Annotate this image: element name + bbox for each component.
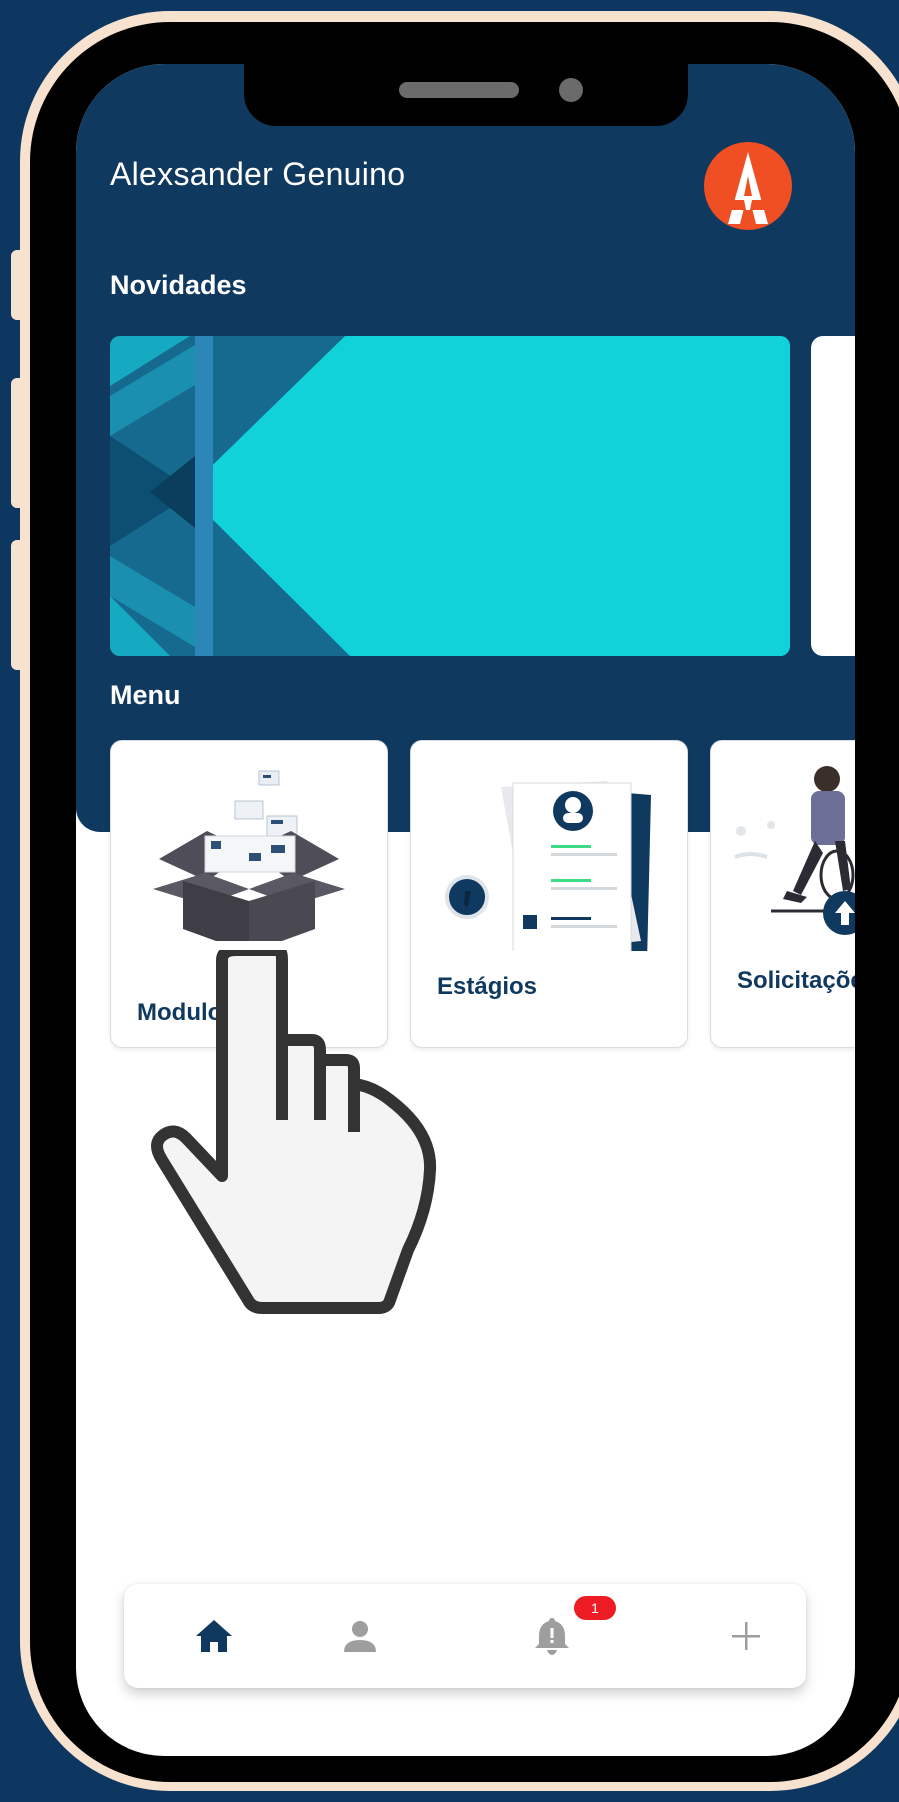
menu-card-estagios[interactable]: Estágios — [410, 740, 688, 1048]
app-screen: Alexsander Genuino Novidades Menu Modulo… — [76, 64, 855, 1756]
next-banner-peek[interactable] — [811, 336, 855, 656]
bottom-navigation: 1 — [124, 1584, 806, 1688]
menu-card-solicitacoes[interactable]: Solicitações — [710, 740, 855, 1048]
person-icon[interactable] — [336, 1612, 384, 1660]
phone-notch — [244, 64, 688, 126]
volume-down-button — [11, 540, 25, 670]
menu-card-label: Estágios — [437, 973, 538, 1000]
front-camera — [559, 78, 583, 102]
bell-icon[interactable] — [528, 1612, 576, 1660]
upload-person-illustration — [734, 766, 855, 935]
volume-up-button — [11, 378, 25, 508]
app-logo[interactable] — [704, 142, 792, 230]
menu-title: Menu — [110, 680, 181, 710]
news-banner[interactable] — [110, 336, 790, 656]
mute-switch — [11, 250, 25, 320]
user-name: Alexsander Genuino — [110, 156, 406, 192]
novidades-title: Novidades — [110, 270, 247, 300]
menu-card-label: Solicitações — [737, 967, 855, 994]
resume-illustration — [445, 781, 651, 963]
notification-badge: 1 — [574, 1596, 616, 1620]
speaker-grille — [399, 82, 519, 98]
plus-icon[interactable] — [722, 1612, 770, 1660]
open-box-illustration — [153, 770, 345, 953]
pointing-hand-icon — [151, 950, 437, 1314]
home-icon[interactable] — [190, 1612, 238, 1660]
